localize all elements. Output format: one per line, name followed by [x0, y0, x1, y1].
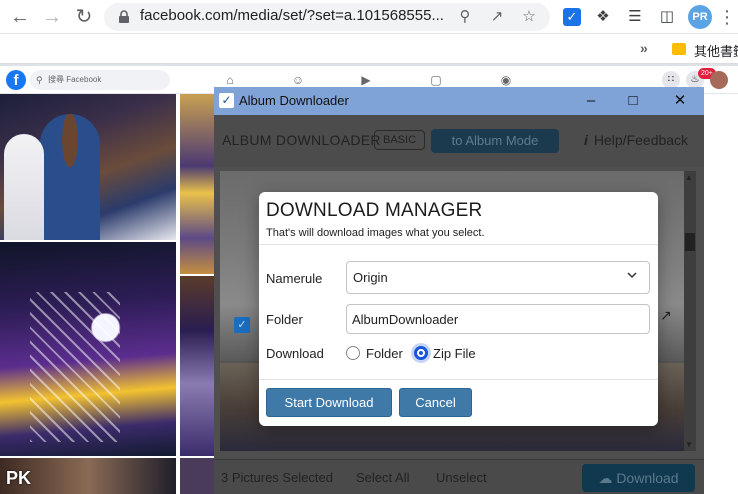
marketplace-icon[interactable]: ▢: [428, 72, 444, 88]
forward-arrow-icon[interactable]: →: [40, 5, 64, 29]
album-photo[interactable]: [180, 94, 214, 274]
browser-chrome: ← → ↻ facebook.com/media/set/?set=a.1015…: [0, 0, 738, 66]
downloader-title: ALBUM DOWNLOADER: [222, 132, 381, 148]
unselect-link[interactable]: Unselect: [436, 470, 487, 485]
album-photo[interactable]: [0, 94, 176, 240]
album-downloader-extension-icon[interactable]: ✓: [563, 8, 581, 26]
namerule-label: Namerule: [266, 271, 323, 286]
watermark: PK: [6, 468, 32, 488]
chevron-down-icon: [627, 272, 637, 279]
extensions-puzzle-icon[interactable]: ❖: [592, 6, 614, 28]
info-icon: i: [584, 132, 588, 148]
scroll-down-arrow-icon[interactable]: ▼: [685, 440, 693, 449]
dialog-title: DOWNLOAD MANAGER: [266, 200, 483, 221]
download-manager-dialog: DOWNLOAD MANAGER That's will download im…: [259, 192, 658, 426]
download-label: Download: [266, 346, 324, 361]
zip-file-radio[interactable]: [414, 346, 428, 360]
namerule-value: Origin: [353, 270, 388, 285]
folder-label: Folder: [266, 312, 303, 327]
close-icon[interactable]: ✕: [670, 91, 690, 111]
scroll-up-arrow-icon[interactable]: ▲: [685, 173, 693, 182]
profile-avatar[interactable]: PR: [688, 5, 712, 29]
side-panel-icon[interactable]: ◫: [656, 6, 678, 28]
dialog-subtitle: That's will download images what you sel…: [266, 227, 485, 239]
selected-count: 3 Pictures Selected: [221, 470, 334, 485]
scrollbar-thumb[interactable]: [685, 233, 695, 251]
facebook-search-input[interactable]: ⚲ 搜尋 Facebook: [30, 70, 170, 90]
minimize-icon[interactable]: –: [581, 91, 601, 111]
browser-menu-icon[interactable]: ⋮: [718, 5, 736, 29]
folder-radio-label[interactable]: Folder: [366, 346, 403, 361]
address-bar[interactable]: facebook.com/media/set/?set=a.101568555.…: [104, 3, 550, 31]
zoom-icon[interactable]: ⚲: [456, 8, 474, 26]
facebook-logo[interactable]: f: [6, 70, 26, 90]
maximize-icon[interactable]: □: [623, 91, 643, 111]
album-photo[interactable]: [180, 276, 214, 456]
url-text[interactable]: facebook.com/media/set/?set=a.101568555.…: [140, 7, 444, 24]
cancel-button[interactable]: Cancel: [399, 388, 472, 417]
help-feedback-link[interactable]: i Help/Feedback: [584, 132, 688, 148]
account-avatar[interactable]: [710, 71, 728, 89]
media-queue-icon[interactable]: ☰: [624, 6, 646, 28]
folder-input[interactable]: AlbumDownloader: [346, 304, 650, 334]
share-icon[interactable]: ↗: [488, 8, 506, 26]
bookmark-star-icon[interactable]: ☆: [520, 8, 538, 26]
folder-value: AlbumDownloader: [352, 312, 459, 327]
divider: [259, 244, 658, 245]
divider: [259, 379, 658, 380]
downloader-header: ALBUM DOWNLOADER BASIC to Album Mode i He…: [214, 115, 704, 167]
bookmarks-bar: » 其他書籤: [0, 34, 738, 64]
download-button-label: Download: [616, 470, 679, 486]
search-placeholder: 搜尋 Facebook: [48, 75, 102, 84]
select-all-link[interactable]: Select All: [356, 470, 409, 485]
other-bookmarks-label[interactable]: 其他書籤: [694, 41, 738, 60]
album-mode-button[interactable]: to Album Mode: [431, 129, 559, 153]
cloud-download-icon: ☁: [598, 470, 613, 486]
back-arrow-icon[interactable]: ←: [8, 5, 32, 29]
album-downloader-app-icon: ✓: [219, 93, 234, 108]
bookmarks-overflow-icon[interactable]: »: [640, 40, 648, 56]
home-icon[interactable]: ⌂: [222, 72, 238, 88]
browser-toolbar: ← → ↻ facebook.com/media/set/?set=a.1015…: [0, 0, 738, 34]
lock-icon: [119, 10, 129, 23]
help-feedback-label: Help/Feedback: [593, 132, 689, 148]
open-external-icon[interactable]: ↗: [660, 307, 672, 324]
watch-icon[interactable]: ▶: [358, 72, 374, 88]
downloader-footer: 3 Pictures Selected Select All Unselect …: [214, 459, 704, 494]
reload-icon[interactable]: ↻: [72, 5, 96, 29]
folder-icon: [672, 43, 686, 55]
basic-badge: BASIC: [374, 130, 426, 150]
friends-icon[interactable]: ☺: [290, 72, 306, 88]
album-photo[interactable]: [0, 242, 176, 456]
album-photo[interactable]: [180, 458, 214, 494]
namerule-select[interactable]: Origin: [346, 261, 650, 294]
search-icon: ⚲: [36, 75, 43, 85]
window-title: Album Downloader: [239, 93, 349, 108]
start-download-button[interactable]: Start Download: [266, 388, 392, 417]
folder-radio[interactable]: [346, 346, 360, 360]
download-button[interactable]: ☁ Download: [582, 464, 695, 492]
gallery-scrollbar[interactable]: ▲ ▼: [684, 171, 696, 451]
groups-icon[interactable]: ◉: [498, 72, 514, 88]
window-titlebar[interactable]: ✓ Album Downloader – □ ✕: [214, 87, 704, 115]
image-select-checkbox[interactable]: ✓: [234, 317, 250, 333]
zip-file-radio-label[interactable]: Zip File: [433, 346, 476, 361]
facebook-right-panel: [704, 94, 738, 494]
